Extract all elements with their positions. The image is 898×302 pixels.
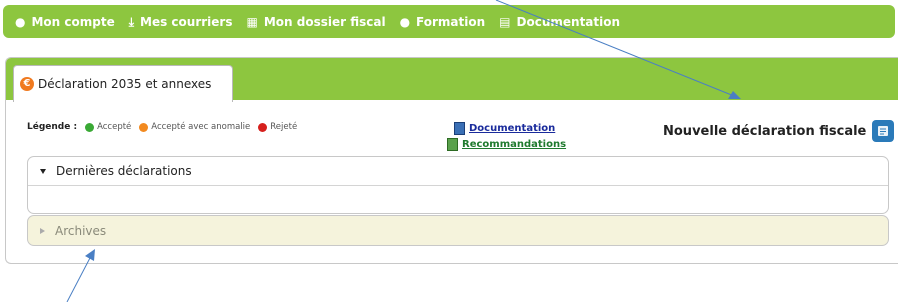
documentation-link-label: Documentation <box>469 123 556 134</box>
recommandations-link[interactable]: Recommandations <box>447 138 566 151</box>
nav-label: Mon dossier fiscal <box>263 14 386 29</box>
legend-label: Accepté avec anomalie <box>151 122 251 132</box>
nav-label: Formation <box>416 14 486 29</box>
legend-title: Légende : <box>27 122 78 132</box>
nav-mes-courriers[interactable]: ⤓ Mes courriers <box>129 15 233 29</box>
status-dot-icon <box>139 122 149 132</box>
legend: Légende : Accepté Accepté avec anomalie … <box>27 122 305 132</box>
nav-mon-dossier-fiscal[interactable]: ▦ Mon dossier fiscal <box>246 15 385 29</box>
caret-right-icon <box>40 227 45 234</box>
status-dot-icon <box>258 122 268 132</box>
nav-label: Documentation <box>516 14 621 29</box>
tab-bar: € Déclaration 2035 et annexes <box>6 58 898 102</box>
euro-icon: € <box>20 77 34 91</box>
recent-declarations-header[interactable]: Dernières déclarations <box>28 157 888 186</box>
book-icon <box>454 122 465 135</box>
top-navigation: ● Mon compte ⤓ Mes courriers ▦ Mon dossi… <box>3 5 895 38</box>
declarations-panel: € Déclaration 2035 et annexes Légende : … <box>5 57 898 264</box>
tab-label: Déclaration 2035 et annexes <box>38 77 212 91</box>
nav-label: Mes courriers <box>140 14 233 29</box>
new-declaration-label: Nouvelle déclaration fiscale <box>663 123 867 139</box>
legend-label: Rejeté <box>270 122 298 132</box>
legend-item-rejected: Rejeté <box>258 122 297 132</box>
folder-icon: ▦ <box>246 14 258 29</box>
nav-mon-compte[interactable]: ● Mon compte <box>15 15 115 29</box>
book-icon <box>447 138 458 151</box>
chat-icon: ● <box>399 14 411 29</box>
recent-declarations-section: Dernières déclarations <box>27 156 889 214</box>
new-declaration-icon[interactable] <box>872 120 895 142</box>
tab-declaration-2035[interactable]: € Déclaration 2035 et annexes <box>13 65 233 102</box>
document-icon: ▤ <box>499 14 511 29</box>
nav-label: Mon compte <box>31 14 115 29</box>
legend-item-anomaly: Accepté avec anomalie <box>139 122 250 132</box>
download-icon: ⤓ <box>128 14 135 29</box>
documentation-link[interactable]: Documentation <box>454 122 555 135</box>
archives-title: Archives <box>55 223 107 238</box>
user-icon: ● <box>15 14 26 29</box>
nav-documentation[interactable]: ▤ Documentation <box>499 15 620 29</box>
new-declaration-icon-glyph <box>878 126 889 136</box>
legend-label: Accepté <box>97 122 132 132</box>
archives-section: Archives <box>27 215 889 246</box>
nav-formation[interactable]: ● Formation <box>400 15 486 29</box>
recent-declarations-title: Dernières déclarations <box>56 164 192 178</box>
legend-item-accepted: Accepté <box>85 122 131 132</box>
new-declaration-button[interactable]: Nouvelle déclaration fiscale <box>663 120 895 142</box>
status-dot-icon <box>85 122 95 132</box>
caret-down-icon <box>40 168 46 174</box>
archives-header[interactable]: Archives <box>28 216 888 245</box>
recommandations-link-label: Recommandations <box>462 139 567 150</box>
